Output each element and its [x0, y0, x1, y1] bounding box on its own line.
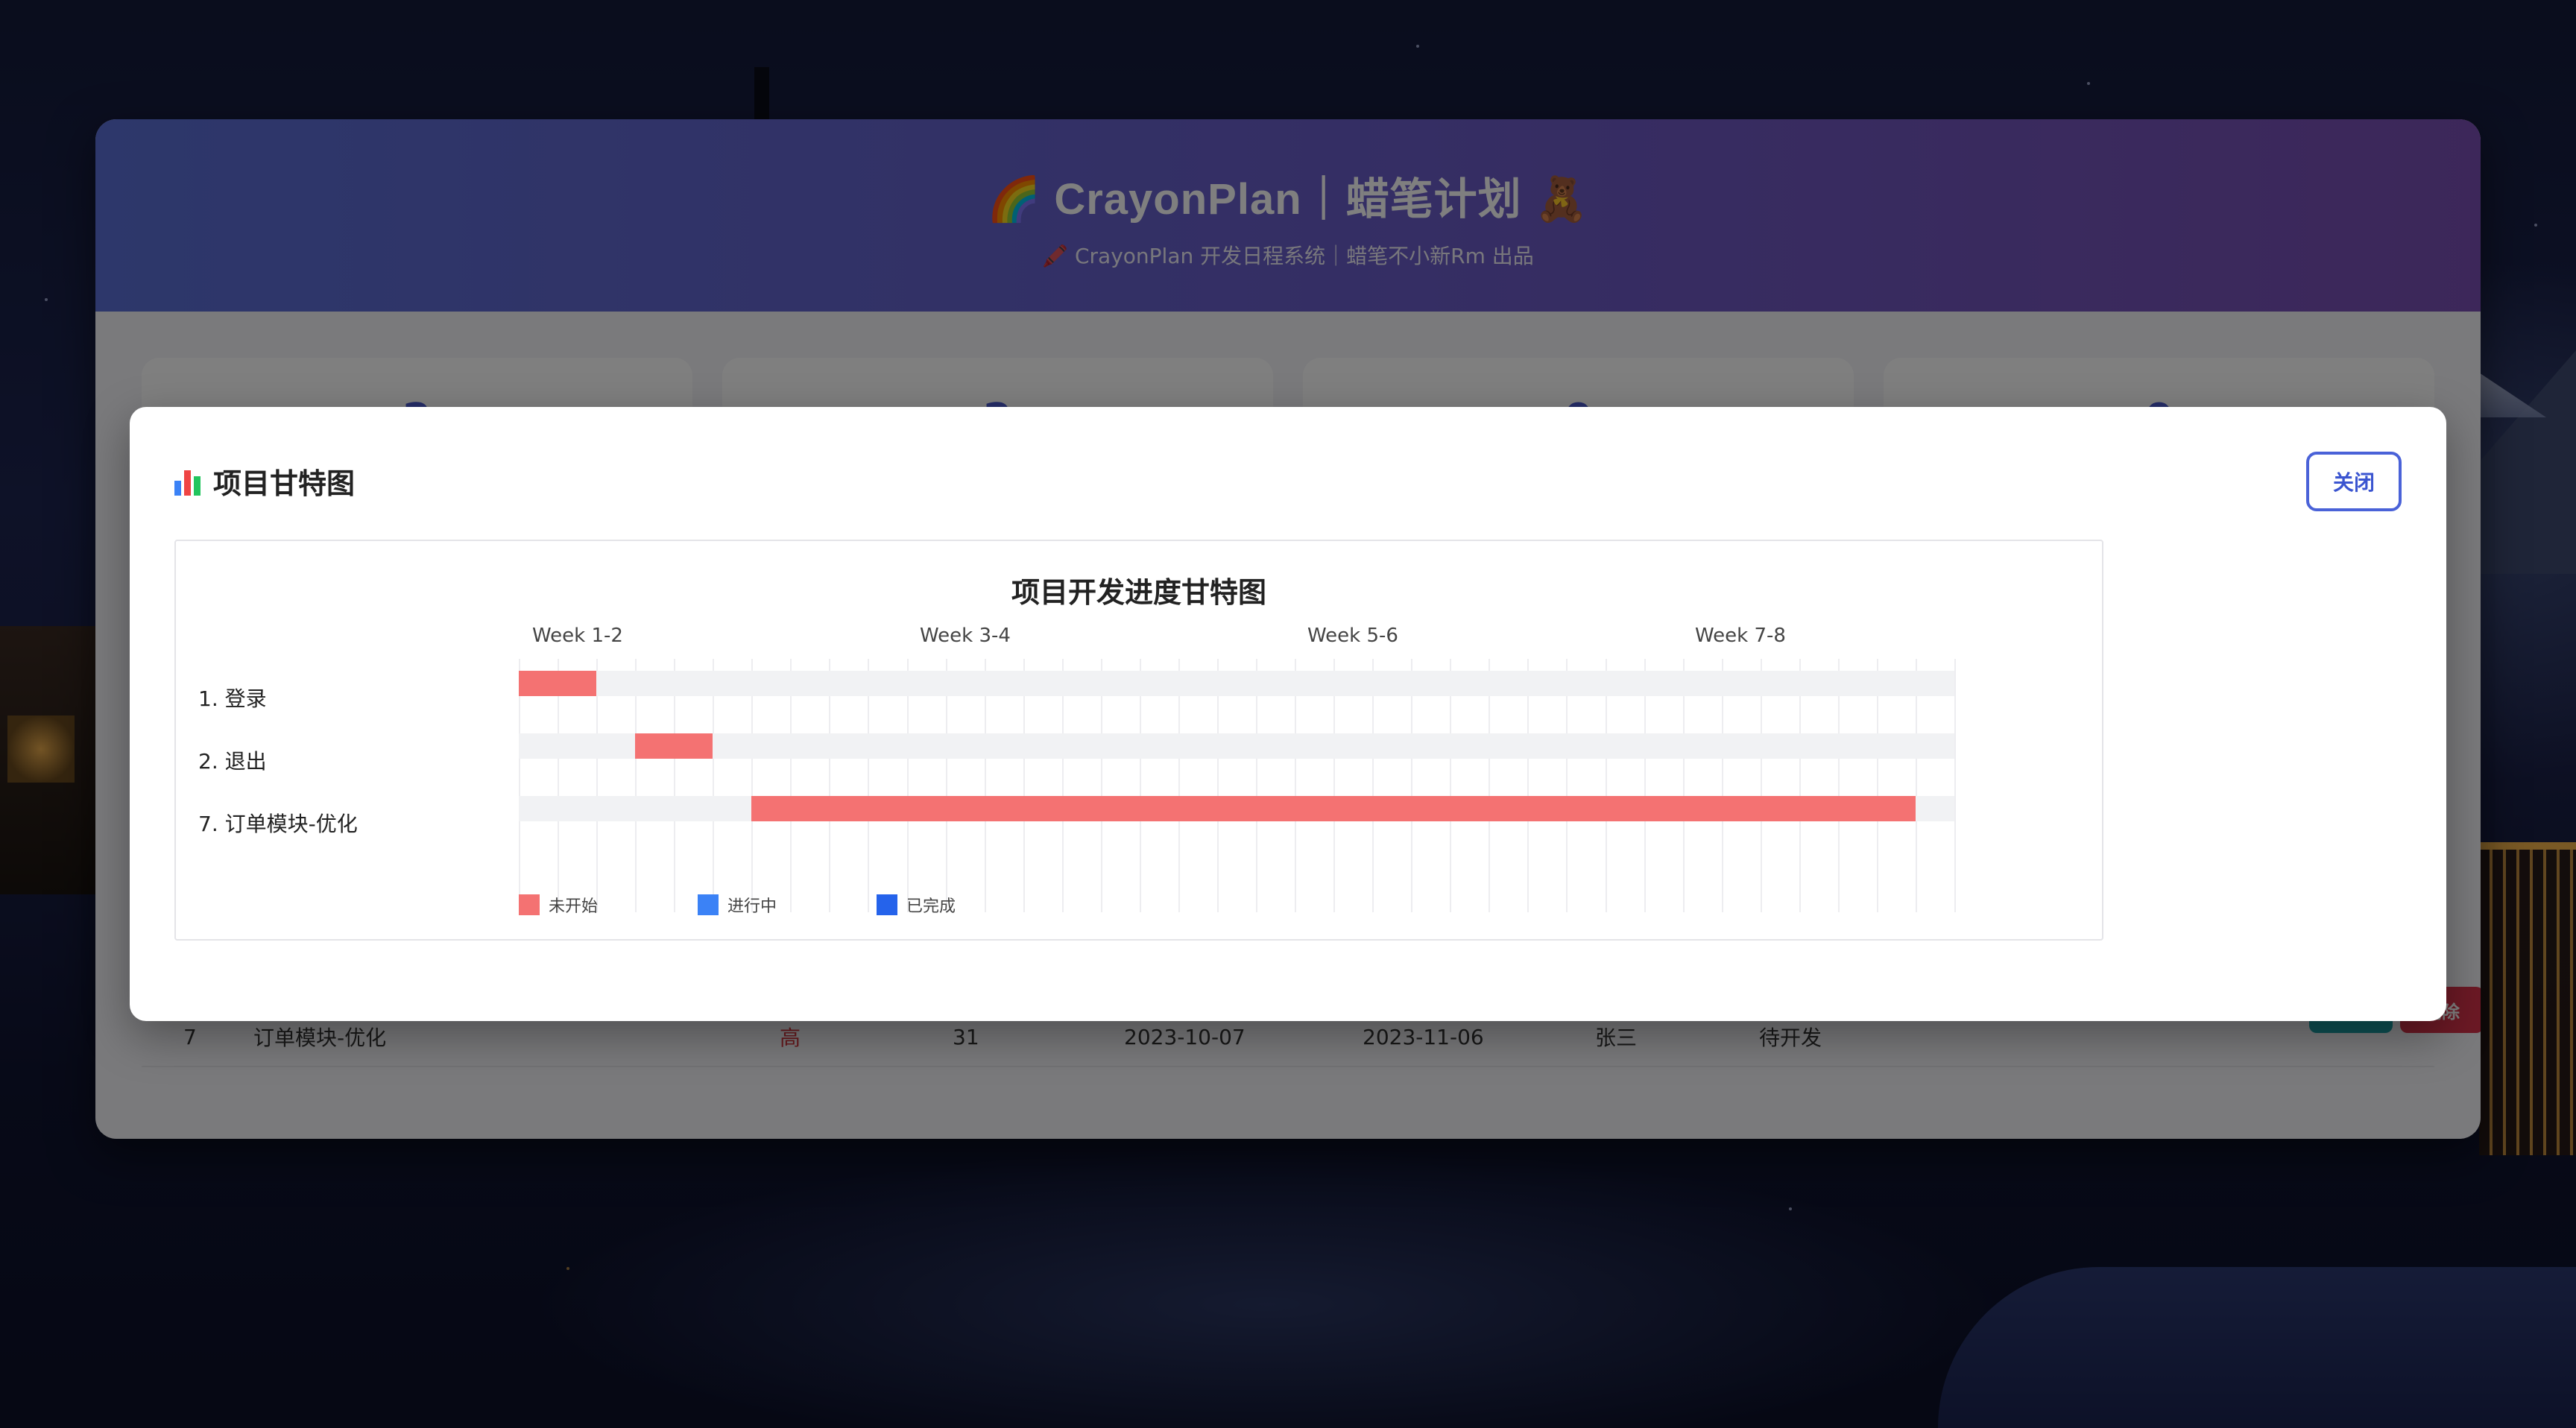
gantt-chart: 项目开发进度甘特图 Week 1-2 Week 3-4 Week 5-6 Wee… — [174, 540, 2103, 941]
grid-line — [1799, 659, 1801, 912]
grid-line — [596, 659, 599, 912]
grid-line — [1721, 659, 1723, 912]
grid-line — [713, 659, 715, 912]
grid-line — [519, 659, 520, 912]
grid-line — [1256, 659, 1258, 912]
grid-line — [906, 659, 909, 912]
legend-item: 已完成 — [877, 893, 956, 917]
grid-line — [1954, 659, 1956, 912]
gantt-modal: 项目甘特图 关闭 项目开发进度甘特图 Week 1-2 Week 3-4 Wee… — [130, 407, 2446, 1021]
grid-line — [1644, 659, 1646, 912]
week-label: Week 7-8 — [1695, 625, 1786, 647]
legend-swatch — [519, 894, 540, 915]
grid-line — [945, 659, 947, 912]
gantt-grid — [519, 659, 1956, 912]
grid-line — [1372, 659, 1374, 912]
grid-line — [1178, 659, 1180, 912]
week-label: Week 5-6 — [1307, 625, 1398, 647]
grid-line — [829, 659, 831, 912]
grid-line — [1139, 659, 1141, 912]
grid-line — [1295, 659, 1297, 912]
legend-item: 未开始 — [519, 893, 598, 917]
week-label: Week 3-4 — [920, 625, 1011, 647]
task-track — [519, 671, 1954, 696]
task-bar[interactable] — [519, 671, 597, 696]
grid-line — [1760, 659, 1762, 912]
bar-chart-icon — [174, 467, 203, 496]
legend-label: 未开始 — [549, 897, 599, 916]
legend-label: 已完成 — [906, 897, 956, 916]
task-label: 1. 登录 — [198, 686, 267, 711]
task-bar[interactable] — [635, 733, 713, 759]
grid-line — [1566, 659, 1568, 912]
grid-line — [1915, 659, 1917, 912]
task-label: 7. 订单模块-优化 — [198, 812, 358, 836]
grid-line — [1876, 659, 1878, 912]
grid-line — [1837, 659, 1840, 912]
legend-label: 进行中 — [727, 897, 777, 916]
task-label: 2. 退出 — [198, 749, 267, 774]
grid-line — [1216, 659, 1219, 912]
grid-line — [1333, 659, 1336, 912]
grid-line — [1605, 659, 1607, 912]
legend-swatch — [698, 894, 719, 915]
legend-swatch — [877, 894, 897, 915]
grid-line — [1450, 659, 1452, 912]
grid-line — [1411, 659, 1413, 912]
grid-line — [868, 659, 870, 912]
modal-title: 项目甘特图 — [174, 461, 355, 502]
grid-line — [1682, 659, 1685, 912]
close-button[interactable]: 关闭 — [2306, 452, 2402, 511]
week-label: Week 1-2 — [532, 625, 623, 647]
grid-line — [984, 659, 986, 912]
grid-line — [1489, 659, 1491, 912]
grid-line — [790, 659, 792, 912]
grid-line — [558, 659, 560, 912]
grid-line — [635, 659, 637, 912]
grid-line — [1061, 659, 1064, 912]
grid-line — [674, 659, 676, 912]
legend-item: 进行中 — [698, 893, 777, 917]
grid-line — [751, 659, 754, 912]
chart-title: 项目开发进度甘特图 — [1011, 576, 1266, 609]
grid-line — [1023, 659, 1025, 912]
grid-line — [1100, 659, 1102, 912]
modal-title-text: 项目甘特图 — [213, 467, 356, 500]
grid-line — [1527, 659, 1530, 912]
task-track — [519, 733, 1954, 759]
task-bar[interactable] — [751, 796, 1916, 821]
